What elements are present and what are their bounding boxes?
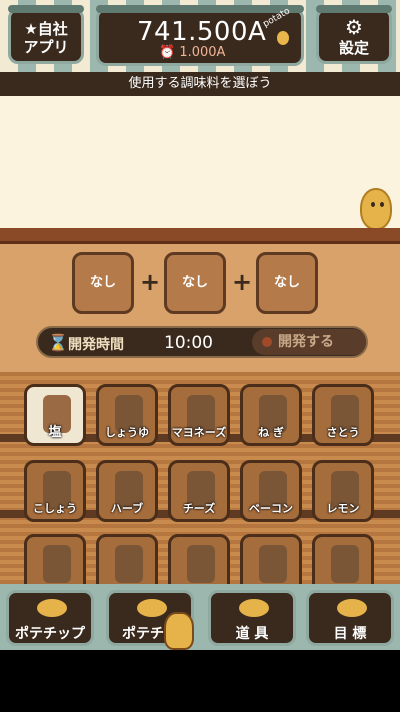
- ingredient-slot[interactable]: [312, 534, 374, 584]
- ingredient-cheese[interactable]: チーズ: [168, 460, 230, 522]
- instruction-bar: 使用する調味料を選ぼう: [0, 72, 400, 96]
- company-app-button[interactable]: ★自社 アプリ: [8, 5, 84, 64]
- ingredient-icon: [187, 545, 215, 583]
- ingredient-label: こしょう: [33, 502, 77, 515]
- seasoning-slot-1[interactable]: なし: [72, 252, 134, 314]
- pointing-hand-icon: [164, 612, 194, 650]
- ingredient-grid: 塩 しょうゆ マヨネーズ ね ぎ さとう こしょう ハーブ チーズ ベーコン レ…: [0, 372, 400, 584]
- ingredient-herb[interactable]: ハーブ: [96, 460, 158, 522]
- ingredient-label: チーズ: [182, 502, 216, 515]
- develop-button-label: 開発する: [278, 334, 334, 350]
- game-screen: ★自社 アプリ 741.500A ⏰ 1.000A potato ⚙ 設定 使用…: [0, 0, 400, 650]
- ingredient-slot[interactable]: [96, 534, 158, 584]
- gear-icon: ⚙: [345, 15, 363, 39]
- ingredient-icon: [43, 545, 71, 583]
- ingredient-soy-sauce[interactable]: しょうゆ: [96, 384, 158, 446]
- tool-icon: [239, 599, 269, 617]
- bottom-tab-bar: ポテチップ ポテチ開 道 具 目 標: [0, 584, 400, 650]
- plus-sign: +: [232, 268, 253, 296]
- potato-chip-plate-icon: [137, 599, 167, 617]
- goal-icon: [337, 599, 367, 617]
- settings-button[interactable]: ⚙ 設定: [316, 5, 392, 64]
- money-display: 741.500A ⏰ 1.000A potato: [96, 5, 304, 66]
- plus-sign: +: [140, 268, 161, 296]
- ingredient-label: マヨネーズ: [171, 426, 227, 439]
- tab-label: 目 標: [333, 626, 367, 642]
- ingredient-leek[interactable]: ね ぎ: [240, 384, 302, 446]
- tab-label: 道 具: [235, 626, 269, 642]
- settings-label: 設定: [338, 39, 369, 57]
- ingredient-slot[interactable]: [24, 534, 86, 584]
- potato-dot-icon: [262, 337, 272, 347]
- seasoning-slot-2[interactable]: なし: [164, 252, 226, 314]
- tab-potato-chips[interactable]: ポテチップ: [6, 590, 94, 646]
- app-button-line1: ★自社: [24, 20, 68, 38]
- shelf-divider: [0, 228, 400, 244]
- tab-label: ポテチップ: [15, 626, 85, 642]
- dev-time-value: 10:00: [164, 333, 213, 353]
- tab-tools[interactable]: 道 具: [208, 590, 296, 646]
- ingredient-lemon[interactable]: レモン: [312, 460, 374, 522]
- seasoning-slot-3[interactable]: なし: [256, 252, 318, 314]
- income-rate: ⏰ 1.000A: [159, 45, 226, 60]
- ingredient-pepper[interactable]: こしょう: [24, 460, 86, 522]
- dev-time-label: 開発時間: [68, 337, 124, 353]
- app-button-line2: アプリ: [23, 38, 69, 56]
- ingredient-salt[interactable]: 塩: [24, 384, 86, 446]
- ingredient-label: さとう: [326, 426, 360, 439]
- bottom-blank: [0, 650, 400, 712]
- ingredient-sugar[interactable]: さとう: [312, 384, 374, 446]
- ingredient-icon: [259, 545, 287, 583]
- money-cap: [96, 5, 304, 13]
- ingredient-bacon[interactable]: ベーコン: [240, 460, 302, 522]
- ingredient-label: レモン: [326, 502, 360, 515]
- ingredient-label: しょうゆ: [105, 426, 149, 439]
- ingredient-icon: [115, 545, 143, 583]
- ingredient-slot[interactable]: [168, 534, 230, 584]
- ingredient-label: ハーブ: [110, 502, 144, 515]
- ingredient-label: ベーコン: [249, 502, 293, 515]
- ingredient-mayonnaise[interactable]: マヨネーズ: [168, 384, 230, 446]
- button-cap: [316, 5, 392, 13]
- potato-mascot-icon[interactable]: [360, 188, 392, 230]
- potato-icon: [277, 31, 289, 45]
- combine-panel: なし + なし + なし ⌛ 開発時間 10:00 開発する: [0, 244, 400, 372]
- header: ★自社 アプリ 741.500A ⏰ 1.000A potato ⚙ 設定: [0, 0, 400, 70]
- button-cap: [8, 5, 84, 13]
- hourglass-icon: ⌛: [48, 333, 68, 352]
- money-amount: 741.500A: [137, 17, 267, 47]
- product-canvas: [0, 96, 400, 228]
- ingredient-slot[interactable]: [240, 534, 302, 584]
- ingredient-icon: [331, 545, 359, 583]
- ingredient-label: 塩: [48, 425, 62, 440]
- potato-chip-icon: [37, 599, 67, 617]
- development-bar: ⌛ 開発時間 10:00 開発する: [36, 326, 368, 358]
- ingredient-label: ね ぎ: [258, 426, 284, 439]
- develop-button[interactable]: 開発する: [252, 329, 366, 355]
- tab-goals[interactable]: 目 標: [306, 590, 394, 646]
